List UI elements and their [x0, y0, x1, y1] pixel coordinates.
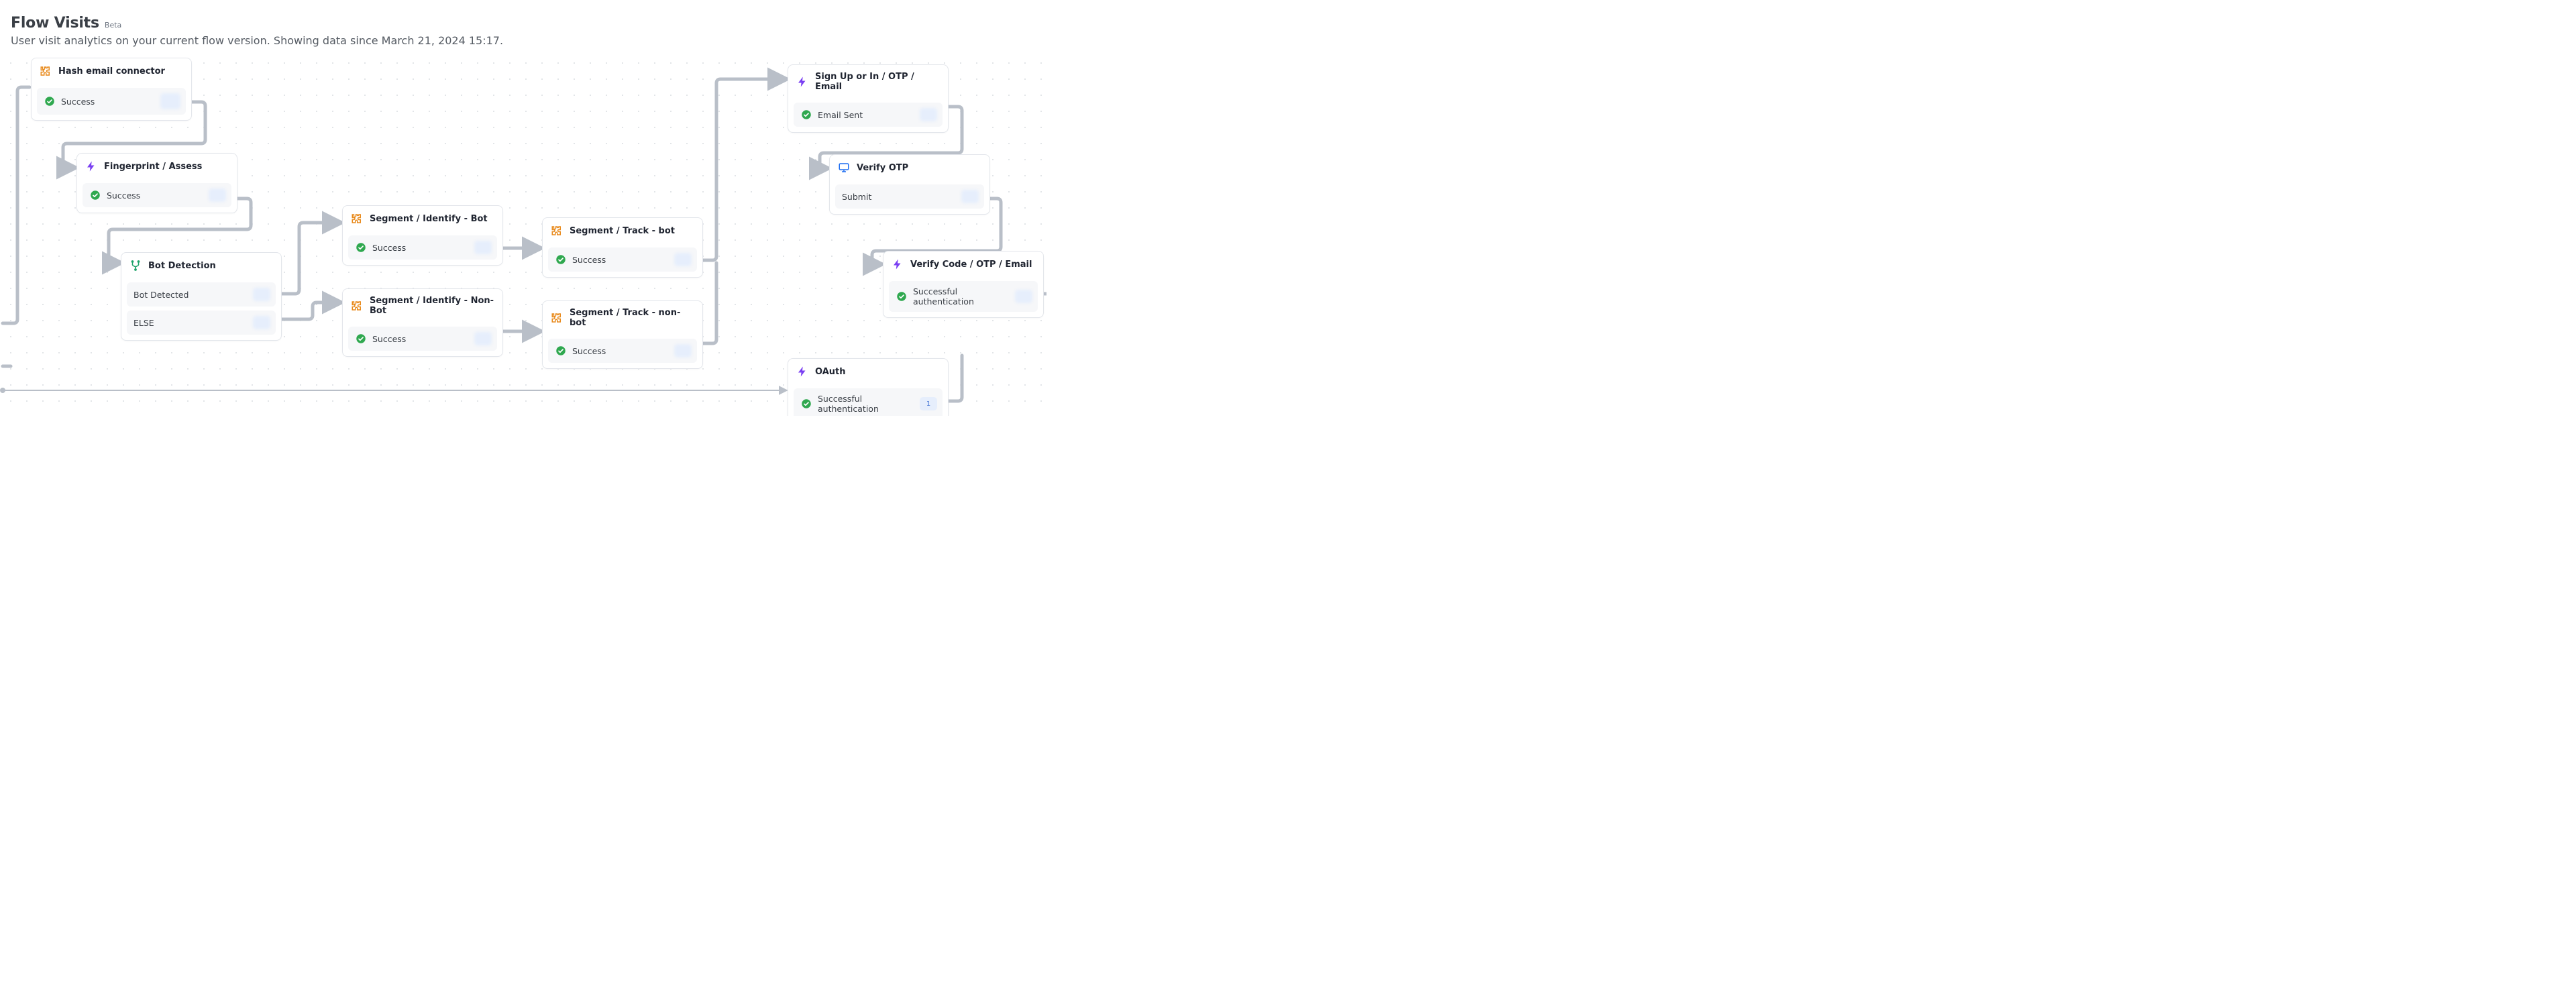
row-label: Success	[572, 255, 606, 265]
metric-chip	[920, 108, 937, 121]
node-title: Verify Code / OTP / Email	[910, 260, 1032, 270]
beta-badge: Beta	[105, 21, 121, 30]
row-label: Submit	[842, 192, 871, 202]
check-circle-icon	[355, 333, 367, 345]
metric-chip	[160, 93, 180, 109]
node-hash-email-connector[interactable]: Hash email connector Success	[31, 58, 192, 121]
metric-chip	[209, 188, 226, 202]
node-row[interactable]: Success	[348, 235, 497, 260]
page-subtitle: User visit analytics on your current flo…	[11, 34, 1036, 47]
node-title: Sign Up or In / OTP / Email	[815, 72, 940, 92]
puzzle-icon	[351, 213, 363, 225]
node-row[interactable]: ELSE	[127, 311, 276, 335]
node-fingerprint-assess[interactable]: Fingerprint / Assess Success	[76, 153, 237, 213]
node-bot-detection[interactable]: Bot Detection Bot Detected ELSE	[121, 252, 282, 341]
metric-chip	[474, 332, 492, 345]
row-label: Success	[107, 190, 140, 201]
check-circle-icon	[800, 398, 812, 410]
node-title: OAuth	[815, 367, 846, 377]
node-segment-track-non-bot[interactable]: Segment / Track - non-bot Success	[542, 300, 703, 369]
row-label: Success	[572, 346, 606, 356]
puzzle-icon	[40, 65, 52, 77]
row-label: Successful authentication	[818, 394, 920, 414]
puzzle-icon	[351, 300, 363, 312]
page-header: Flow Visits Beta User visit analytics on…	[0, 0, 1046, 47]
bolt-icon	[892, 258, 904, 270]
row-label: Bot Detected	[133, 290, 189, 300]
node-segment-track-bot[interactable]: Segment / Track - bot Success	[542, 217, 703, 278]
node-row[interactable]: Email Sent	[794, 103, 943, 127]
check-circle-icon	[555, 254, 567, 266]
check-circle-icon	[89, 189, 101, 201]
node-oauth[interactable]: OAuth Successful authentication 1	[788, 358, 949, 416]
check-circle-icon	[800, 109, 812, 121]
node-title: Segment / Track - bot	[570, 226, 675, 236]
metric-chip: 1	[920, 397, 937, 410]
node-title: Bot Detection	[148, 261, 216, 271]
node-row[interactable]: Successful authentication 1	[794, 388, 943, 416]
node-signup-otp-email[interactable]: Sign Up or In / OTP / Email Email Sent	[788, 64, 949, 133]
row-label: Email Sent	[818, 110, 863, 120]
row-label: ELSE	[133, 318, 154, 328]
node-verify-otp[interactable]: Verify OTP Submit	[829, 154, 990, 215]
node-row[interactable]: Successful authentication	[889, 281, 1038, 312]
metric-chip	[253, 316, 270, 329]
node-row[interactable]: Success	[83, 183, 231, 207]
page: Flow Visits Beta User visit analytics on…	[0, 0, 1046, 416]
check-circle-icon	[555, 345, 567, 357]
bolt-icon	[85, 160, 97, 172]
row-label: Success	[61, 97, 95, 107]
metric-chip	[253, 288, 270, 301]
row-label: Success	[372, 334, 406, 344]
node-row[interactable]: Success	[37, 88, 186, 115]
node-title: Segment / Identify - Bot	[370, 214, 488, 224]
node-row[interactable]: Bot Detected	[127, 282, 276, 307]
check-circle-icon	[896, 290, 908, 302]
node-title: Verify OTP	[857, 163, 908, 173]
metric-chip	[474, 241, 492, 254]
row-label: Successful authentication	[913, 286, 1015, 307]
node-row[interactable]: Success	[548, 247, 697, 272]
monitor-icon	[838, 162, 850, 174]
node-row[interactable]: Submit	[835, 184, 984, 209]
check-circle-icon	[355, 241, 367, 254]
node-title: Segment / Track - non-bot	[570, 308, 694, 328]
node-verify-code-otp-email[interactable]: Verify Code / OTP / Email Successful aut…	[883, 251, 1044, 318]
node-title: Fingerprint / Assess	[104, 162, 202, 172]
bolt-icon	[796, 76, 808, 88]
page-title: Flow Visits	[11, 15, 99, 32]
node-title: Segment / Identify - Non-Bot	[370, 296, 494, 316]
node-segment-identify-bot[interactable]: Segment / Identify - Bot Success	[342, 205, 503, 266]
puzzle-icon	[551, 312, 563, 324]
node-title: Hash email connector	[58, 66, 165, 76]
node-row[interactable]: Success	[548, 339, 697, 363]
check-circle-icon	[44, 95, 56, 107]
puzzle-icon	[551, 225, 563, 237]
row-label: Success	[372, 243, 406, 253]
node-segment-identify-non-bot[interactable]: Segment / Identify - Non-Bot Success	[342, 288, 503, 357]
metric-chip	[674, 253, 692, 266]
bolt-icon	[796, 366, 808, 378]
metric-chip	[961, 190, 979, 203]
node-row[interactable]: Success	[348, 327, 497, 351]
metric-chip	[674, 344, 692, 357]
flow-canvas[interactable]: Hash email connector Success	[0, 52, 1046, 416]
branch-icon	[129, 260, 142, 272]
metric-chip	[1015, 290, 1032, 303]
